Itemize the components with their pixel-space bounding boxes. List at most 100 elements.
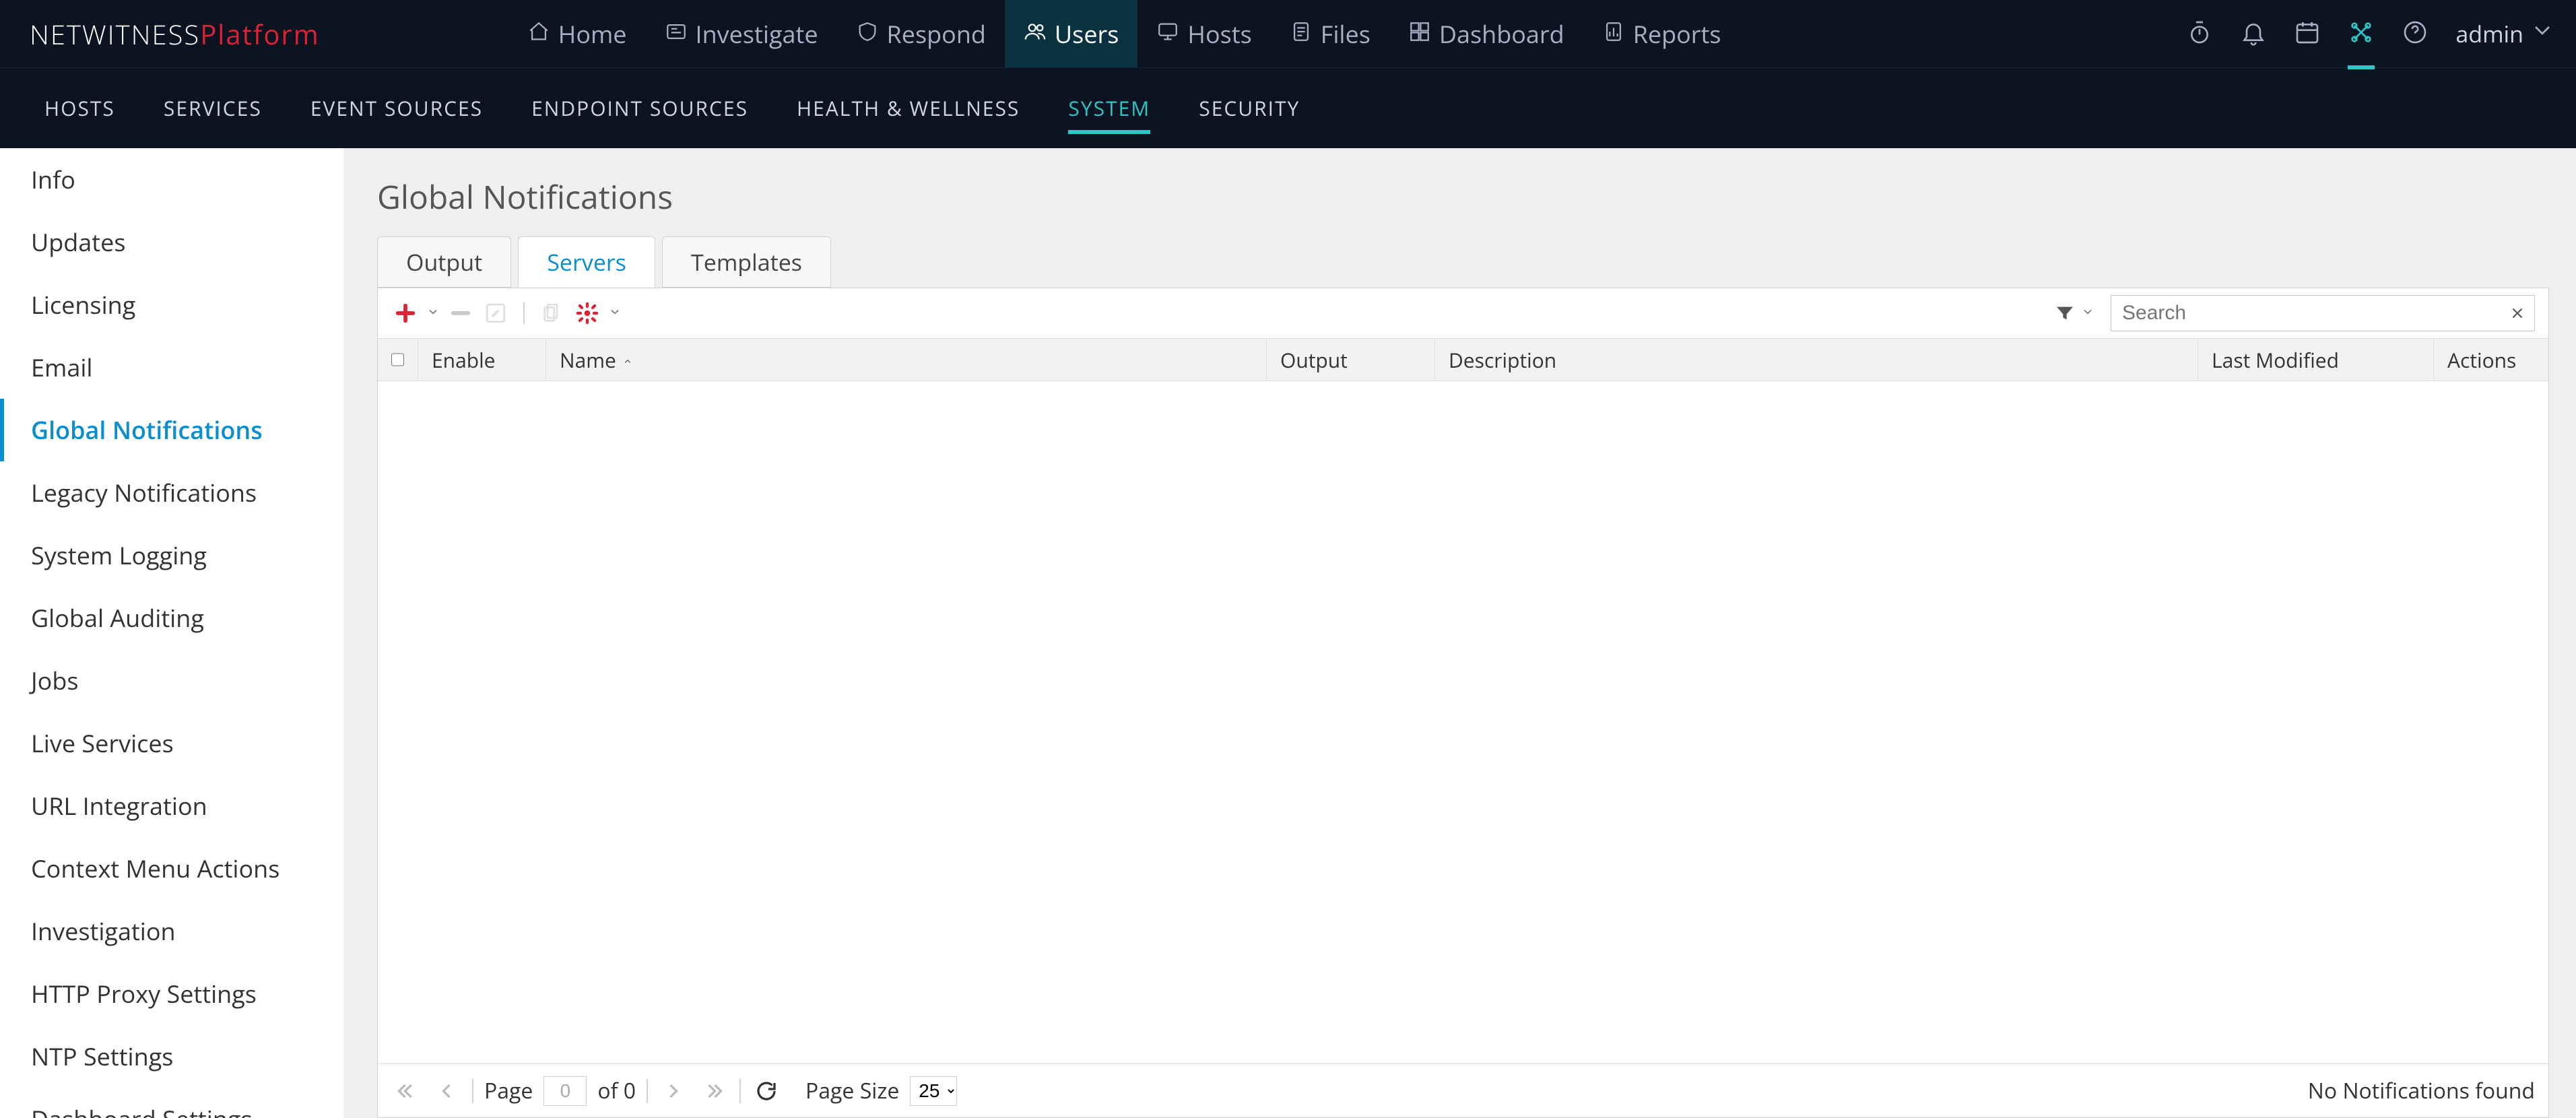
- col-check: [378, 339, 418, 381]
- help-icon[interactable]: [2402, 19, 2429, 49]
- top-nav: NETWITNESSPlatform Home Investigate Resp…: [0, 0, 2576, 67]
- sidebar-item-licensing[interactable]: Licensing: [0, 273, 343, 336]
- tabs: Output Servers Templates: [377, 236, 2549, 288]
- nav-reports[interactable]: Reports: [1583, 0, 1740, 67]
- bell-icon[interactable]: [2240, 19, 2267, 49]
- add-button[interactable]: [391, 299, 420, 327]
- sidebar-item-url-integration[interactable]: URL Integration: [0, 775, 343, 837]
- clear-search-icon[interactable]: [2501, 304, 2534, 322]
- edit-button[interactable]: [482, 299, 510, 327]
- nav-label: Reports: [1633, 18, 1721, 51]
- tools-icon[interactable]: [2348, 19, 2375, 49]
- search-input[interactable]: [2111, 302, 2501, 325]
- gear-button[interactable]: [573, 299, 601, 327]
- duplicate-button[interactable]: [538, 299, 566, 327]
- separator: [472, 1079, 473, 1103]
- refresh-button[interactable]: [752, 1076, 781, 1106]
- subnav-hosts[interactable]: HOSTS: [20, 68, 139, 149]
- col-name[interactable]: Name: [546, 339, 1267, 381]
- col-label: Enable: [432, 346, 496, 374]
- sidebar-item-live-services[interactable]: Live Services: [0, 712, 343, 775]
- subnav-label: ENDPOINT SOURCES: [531, 94, 748, 122]
- sidebar-item-label: URL Integration: [31, 789, 207, 822]
- stopwatch-icon[interactable]: [2186, 19, 2213, 49]
- sidebar-item-label: Info: [31, 163, 75, 196]
- page-size-select[interactable]: 25: [910, 1076, 957, 1106]
- subnav-health[interactable]: HEALTH & WELLNESS: [772, 68, 1044, 149]
- sidebar-item-updates[interactable]: Updates: [0, 211, 343, 273]
- first-page-button[interactable]: [391, 1076, 421, 1106]
- dashboard-icon: [1408, 18, 1431, 51]
- nav-users[interactable]: Users: [1005, 0, 1137, 67]
- sidebar-item-info[interactable]: Info: [0, 148, 343, 211]
- nav-hosts[interactable]: Hosts: [1137, 0, 1270, 67]
- nav-label: Hosts: [1187, 18, 1251, 51]
- page-of-label: of 0: [597, 1076, 636, 1105]
- sidebar-item-jobs[interactable]: Jobs: [0, 649, 343, 712]
- status-text: No Notifications found: [2308, 1076, 2535, 1105]
- subnav-system[interactable]: SYSTEM: [1044, 68, 1175, 149]
- col-enable[interactable]: Enable: [418, 339, 546, 381]
- sidebar-item-email[interactable]: Email: [0, 336, 343, 399]
- sidebar-item-context-menu-actions[interactable]: Context Menu Actions: [0, 837, 343, 900]
- sidebar-item-global-notifications[interactable]: Global Notifications: [0, 399, 343, 461]
- toolbar: [378, 288, 2548, 338]
- tab-servers[interactable]: Servers: [518, 236, 655, 288]
- col-label: Actions: [2447, 346, 2516, 374]
- subnav-security[interactable]: SECURITY: [1175, 68, 1324, 149]
- sidebar-item-investigation[interactable]: Investigation: [0, 900, 343, 962]
- user-menu[interactable]: admin: [2455, 17, 2556, 51]
- subnav-label: EVENT SOURCES: [310, 94, 483, 122]
- home-icon: [527, 18, 550, 51]
- nav-investigate[interactable]: Investigate: [646, 0, 837, 67]
- page-input[interactable]: [543, 1076, 587, 1106]
- prev-page-button[interactable]: [432, 1076, 461, 1106]
- select-all-checkbox[interactable]: [391, 352, 404, 368]
- pager: Page of 0 Page Size 25 No Notifications …: [378, 1063, 2548, 1117]
- nav-label: Dashboard: [1439, 18, 1564, 51]
- subnav-event-sources[interactable]: EVENT SOURCES: [286, 68, 507, 149]
- sidebar[interactable]: Info Updates Licensing Email Global Noti…: [0, 148, 343, 1118]
- nav-label: Files: [1321, 18, 1370, 51]
- subnav-endpoint-sources[interactable]: ENDPOINT SOURCES: [507, 68, 772, 149]
- nav-label: Home: [558, 18, 627, 51]
- filter[interactable]: [2054, 302, 2094, 324]
- sidebar-item-ntp[interactable]: NTP Settings: [0, 1025, 343, 1088]
- next-page-button[interactable]: [659, 1076, 688, 1106]
- subnav-label: SECURITY: [1199, 94, 1300, 122]
- col-label: Name: [560, 346, 616, 374]
- top-nav-items: Home Investigate Respond Users Hosts Fil…: [508, 0, 1740, 67]
- sidebar-item-global-auditing[interactable]: Global Auditing: [0, 587, 343, 649]
- col-last-modified[interactable]: Last Modified: [2198, 339, 2434, 381]
- filter-dropdown[interactable]: [2081, 305, 2094, 322]
- nav-label: Investigate: [696, 18, 818, 51]
- nav-respond[interactable]: Respond: [837, 0, 1005, 67]
- col-actions[interactable]: Actions: [2434, 339, 2548, 381]
- gear-dropdown[interactable]: [608, 305, 622, 322]
- sidebar-item-label: Updates: [31, 226, 126, 259]
- separator: [523, 302, 525, 324]
- sidebar-item-dashboard-settings[interactable]: Dashboard Settings: [0, 1088, 343, 1118]
- col-description[interactable]: Description: [1435, 339, 2198, 381]
- sub-nav: HOSTS SERVICES EVENT SOURCES ENDPOINT SO…: [0, 67, 2576, 148]
- sidebar-item-system-logging[interactable]: System Logging: [0, 524, 343, 587]
- content: Info Updates Licensing Email Global Noti…: [0, 148, 2576, 1118]
- tab-output[interactable]: Output: [377, 236, 511, 288]
- last-page-button[interactable]: [699, 1076, 729, 1106]
- add-dropdown[interactable]: [426, 305, 440, 322]
- sidebar-item-http-proxy[interactable]: HTTP Proxy Settings: [0, 962, 343, 1025]
- nav-home[interactable]: Home: [508, 0, 646, 67]
- nav-files[interactable]: Files: [1271, 0, 1389, 67]
- logo-title: NETWITNESSPlatform: [30, 15, 320, 53]
- tab-templates[interactable]: Templates: [662, 236, 831, 288]
- app-logo[interactable]: NETWITNESSPlatform: [20, 15, 320, 53]
- calendar-icon[interactable]: [2294, 19, 2321, 49]
- sidebar-item-label: Global Auditing: [31, 601, 204, 634]
- subnav-services[interactable]: SERVICES: [139, 68, 286, 149]
- sidebar-item-label: Legacy Notifications: [31, 476, 257, 509]
- col-output[interactable]: Output: [1267, 339, 1435, 381]
- sidebar-item-legacy-notifications[interactable]: Legacy Notifications: [0, 461, 343, 524]
- delete-button[interactable]: [447, 299, 475, 327]
- nav-dashboard[interactable]: Dashboard: [1389, 0, 1583, 67]
- sidebar-item-label: Jobs: [31, 664, 79, 697]
